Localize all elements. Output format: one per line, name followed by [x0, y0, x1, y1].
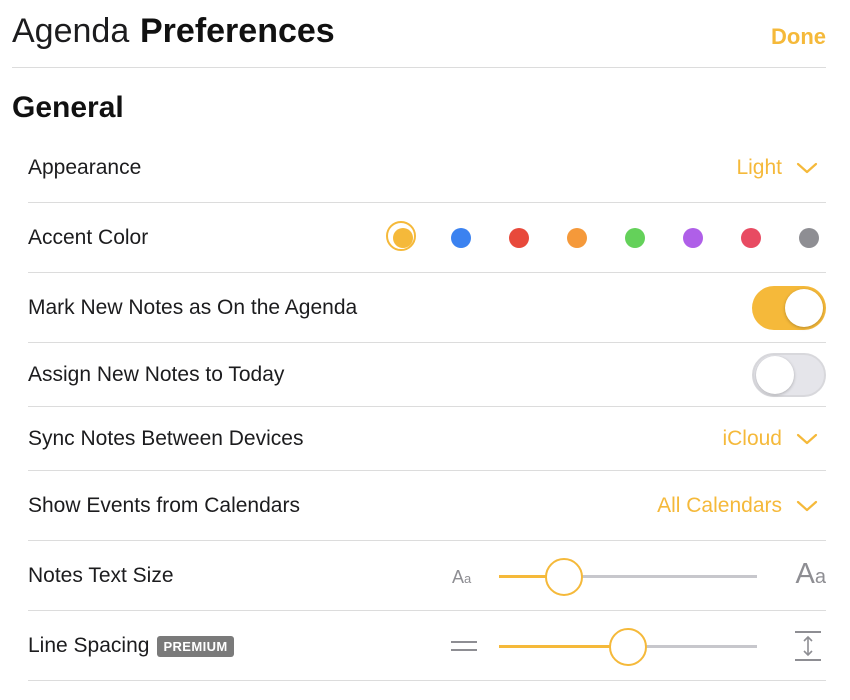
row-calendars: Show Events from Calendars All Calendars [28, 472, 826, 541]
appearance-value: Light [736, 156, 782, 179]
text-size-slider[interactable] [499, 557, 757, 596]
assign-to-today-toggle[interactable] [752, 353, 826, 397]
row-mark-new-notes: Mark New Notes as On the Agenda [28, 274, 826, 343]
row-appearance: Appearance Light [28, 134, 826, 203]
row-text-size: Notes Text Size Aa Aa [28, 542, 826, 611]
swatch-red[interactable] [509, 228, 529, 248]
mark-new-notes-label: Mark New Notes as On the Agenda [28, 296, 358, 319]
row-sync: Sync Notes Between Devices iCloud [28, 408, 826, 471]
toggle-knob [785, 289, 823, 327]
swatch-yellow[interactable] [386, 221, 416, 251]
mark-new-notes-toggle[interactable] [752, 286, 826, 330]
line-spacing-control [446, 612, 826, 680]
line-spacing-row-label: Line Spacing PREMIUM [28, 634, 234, 658]
calendars-dropdown[interactable]: All Calendars [657, 494, 826, 518]
chevron-down-icon [796, 162, 818, 174]
line-spacing-slider[interactable] [499, 627, 757, 666]
calendars-value: All Calendars [657, 494, 782, 517]
chevron-down-icon [796, 433, 818, 445]
swatch-pink[interactable] [741, 228, 761, 248]
line-spacing-tight-icon [451, 641, 477, 651]
large-text-icon: Aa [795, 557, 826, 590]
chevron-down-icon [796, 500, 818, 512]
slider-thumb[interactable] [609, 627, 647, 666]
swatch-green[interactable] [625, 228, 645, 248]
appearance-label: Appearance [28, 156, 142, 179]
assign-to-today-label: Assign New Notes to Today [28, 363, 285, 386]
text-size-control: Aa Aa [446, 542, 826, 610]
swatch-blue[interactable] [451, 228, 471, 248]
sync-value: iCloud [722, 427, 782, 450]
swatch-gray[interactable] [799, 228, 819, 248]
small-text-icon: Aa [452, 567, 472, 588]
appearance-dropdown[interactable]: Light [736, 156, 826, 180]
accent-color-label: Accent Color [28, 226, 149, 249]
row-line-spacing: Line Spacing PREMIUM [28, 612, 826, 681]
section-title: General [12, 91, 124, 124]
text-size-label: Notes Text Size [28, 564, 174, 587]
done-button[interactable]: Done [771, 24, 826, 50]
row-assign-to-today: Assign New Notes to Today [28, 344, 826, 407]
line-spacing-expand-icon [795, 631, 821, 661]
header: Agenda Preferences Done [12, 0, 826, 68]
premium-badge: PREMIUM [157, 635, 234, 657]
line-spacing-label: Line Spacing [28, 634, 150, 657]
swatch-orange[interactable] [567, 228, 587, 248]
swatch-purple[interactable] [683, 228, 703, 248]
sync-label: Sync Notes Between Devices [28, 427, 304, 450]
row-accent-color: Accent Color [28, 204, 826, 273]
app-name: Agenda [12, 12, 130, 50]
sync-dropdown[interactable]: iCloud [722, 427, 826, 451]
slider-thumb[interactable] [544, 557, 583, 596]
toggle-knob [756, 356, 794, 394]
calendars-label: Show Events from Calendars [28, 494, 300, 517]
page-title: Preferences [140, 12, 335, 50]
accent-color-swatches [381, 204, 826, 272]
